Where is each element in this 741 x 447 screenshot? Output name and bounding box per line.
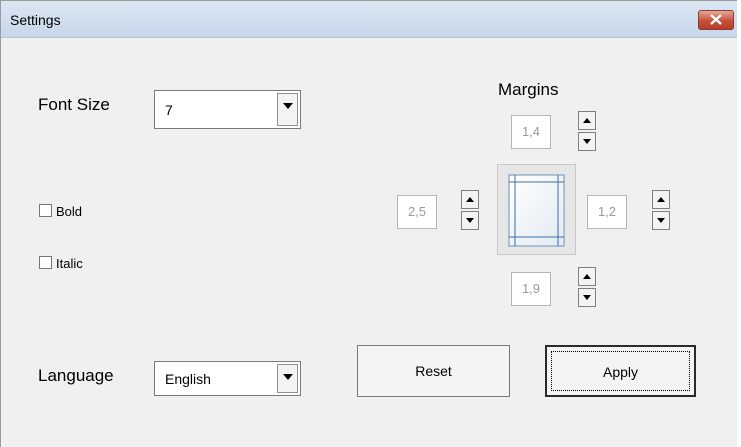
spin-down-icon[interactable] — [461, 211, 479, 230]
italic-checkbox[interactable] — [39, 256, 52, 269]
font-size-label: Font Size — [38, 95, 110, 114]
reset-button[interactable]: Reset — [357, 345, 510, 397]
language-label: Language — [38, 366, 114, 385]
margin-left-field[interactable]: 2,5 — [397, 195, 437, 229]
close-button[interactable] — [698, 10, 734, 30]
title-bar[interactable]: Settings — [1, 1, 737, 38]
italic-label[interactable]: Italic — [56, 256, 83, 271]
spin-up-icon[interactable] — [652, 190, 670, 209]
margin-right-field[interactable]: 1,2 — [587, 195, 627, 229]
spin-down-icon[interactable] — [578, 132, 596, 151]
spin-down-icon[interactable] — [578, 288, 596, 307]
margin-bottom-field[interactable]: 1,9 — [511, 272, 551, 306]
apply-label: Apply — [602, 364, 639, 380]
margins-label: Margins — [498, 80, 559, 99]
close-icon — [710, 14, 722, 25]
margin-left-spinner[interactable] — [461, 190, 479, 230]
window-title: Settings — [10, 12, 61, 28]
chevron-down-icon[interactable] — [277, 364, 298, 393]
font-size-value: 7 — [165, 102, 173, 118]
spin-up-icon[interactable] — [461, 190, 479, 209]
spin-up-icon[interactable] — [578, 267, 596, 286]
page-margin-icon — [508, 174, 565, 247]
apply-button[interactable]: Apply — [545, 345, 696, 397]
font-size-select[interactable]: 7 — [154, 90, 301, 129]
bold-label[interactable]: Bold — [56, 204, 82, 219]
margin-bottom-spinner[interactable] — [578, 267, 596, 307]
bold-checkbox[interactable] — [39, 204, 52, 217]
language-select[interactable]: English — [154, 361, 301, 396]
margin-top-spinner[interactable] — [578, 111, 596, 151]
settings-dialog: Settings Font Size 7 Bold Italic Margins… — [0, 0, 737, 447]
spin-up-icon[interactable] — [578, 111, 596, 130]
margin-top-field[interactable]: 1,4 — [511, 115, 551, 149]
language-value: English — [165, 371, 211, 387]
chevron-down-icon[interactable] — [277, 93, 298, 126]
margin-right-spinner[interactable] — [652, 190, 670, 230]
margin-preview — [497, 164, 576, 255]
spin-down-icon[interactable] — [652, 211, 670, 230]
